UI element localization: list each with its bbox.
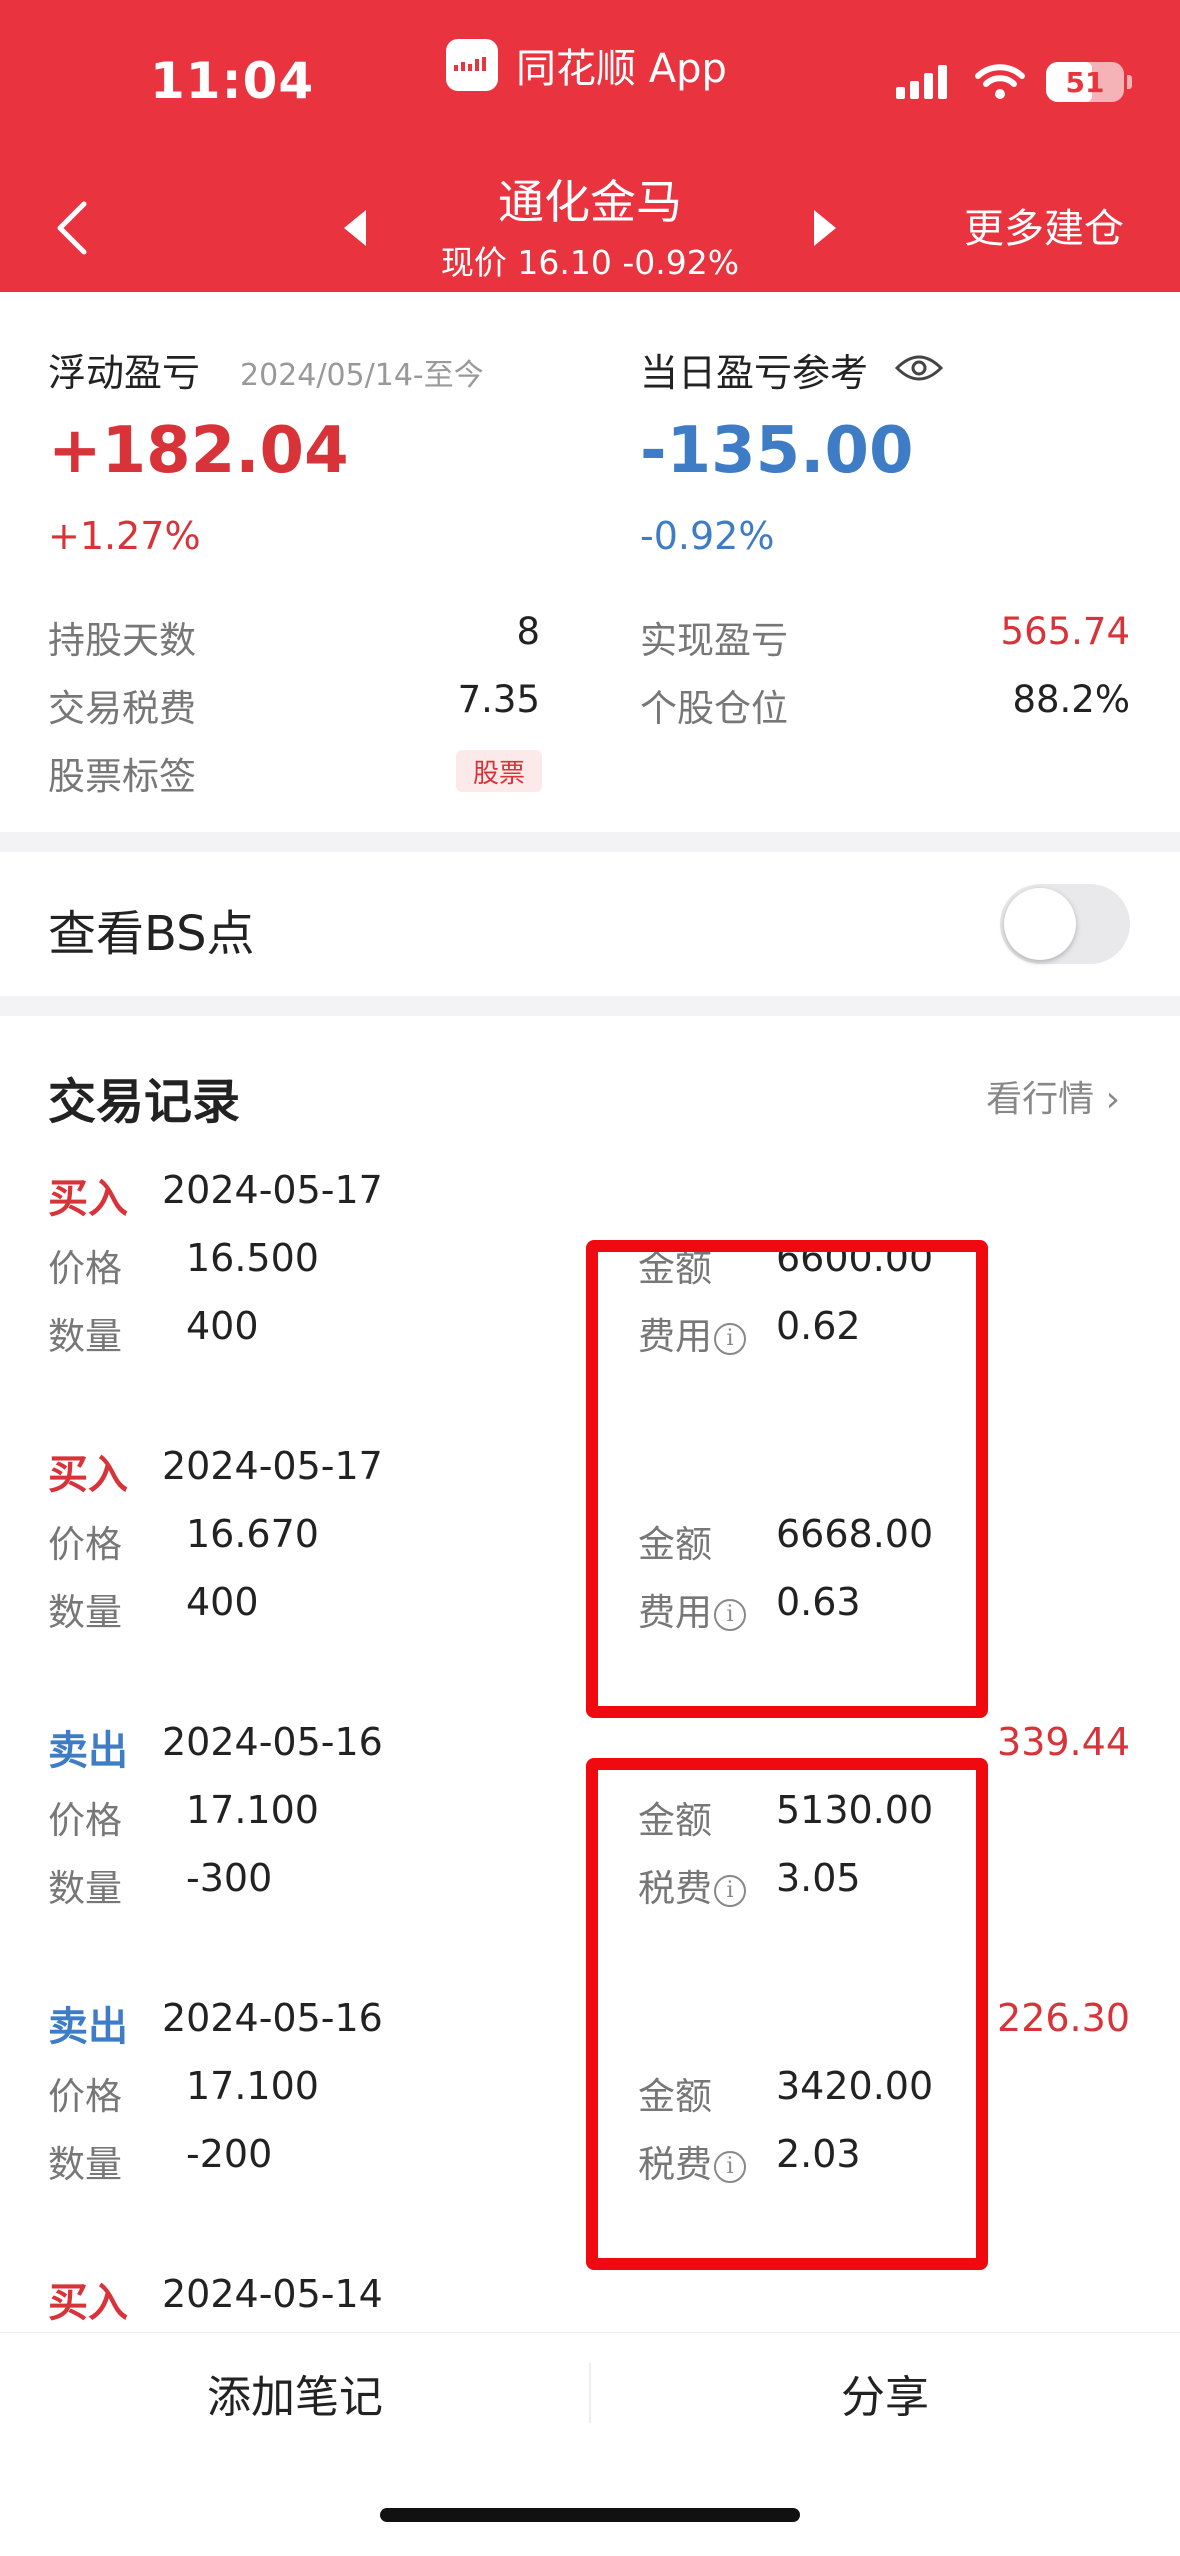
qty-label: 数量	[48, 1867, 122, 1910]
trade-qty: 400	[186, 1580, 259, 1624]
price-label: 价格	[48, 1523, 122, 1566]
trade-type: 买入	[48, 2280, 128, 2326]
trade-date: 2024-05-16	[162, 1996, 383, 2040]
trade-date: 2024-05-14	[162, 2272, 383, 2316]
wifi-icon	[975, 64, 1025, 99]
price-label: 价格	[48, 2075, 122, 2118]
prev-stock-icon[interactable]	[344, 210, 366, 246]
bs-point-toggle[interactable]	[1000, 884, 1130, 964]
trade-price: 17.100	[186, 1788, 319, 1832]
profit-summary-card: 浮动盈亏 2024/05/14-至今 +182.04 +1.27% 当日盈亏参考…	[0, 292, 1180, 832]
trade-qty: 400	[186, 1304, 259, 1348]
qty-label: 数量	[48, 1591, 122, 1634]
trade-type: 买入	[48, 1176, 128, 1222]
app-name: 同花顺 App	[516, 46, 727, 92]
trade-profit: 226.30	[997, 1996, 1130, 2040]
bottom-action-bar: 添加笔记 分享	[0, 2332, 1180, 2452]
trade-qty: -200	[186, 2132, 273, 2176]
trade-type: 买入	[48, 1452, 128, 1498]
eye-icon[interactable]	[894, 352, 944, 384]
back-arrow-icon[interactable]	[50, 198, 94, 258]
records-title: 交易记录	[48, 1074, 241, 1130]
trade-type: 卖出	[48, 2004, 128, 2050]
hold-days-value: 8	[516, 610, 540, 653]
realized-pnl-value: 565.74	[1000, 610, 1130, 653]
trade-date: 2024-05-16	[162, 1720, 383, 1764]
qty-label: 数量	[48, 1315, 122, 1358]
trade-fee-label: 交易税费	[48, 687, 196, 730]
battery-level: 51	[1065, 65, 1105, 99]
trade-price: 16.500	[186, 1236, 319, 1280]
view-quote-link[interactable]: 看行情 ›	[986, 1070, 1120, 1122]
hold-days-label: 持股天数	[48, 619, 196, 662]
position-ratio-label: 个股仓位	[640, 687, 788, 730]
float-pnl-label: 浮动盈亏	[48, 351, 201, 395]
trade-qty: -300	[186, 1856, 273, 1900]
app-header: 11:04 同花顺 App 51 通化金马 现价 16.10 -0.92% 更多…	[0, 0, 1180, 292]
highlight-box	[586, 1758, 988, 2270]
day-pnl-label: 当日盈亏参考	[640, 351, 869, 395]
day-pnl-pct: -0.92%	[640, 514, 775, 558]
app-switch-chip[interactable]: 同花顺 App	[446, 36, 727, 94]
trade-date: 2024-05-17	[162, 1444, 383, 1488]
trade-price: 17.100	[186, 2064, 319, 2108]
add-note-button[interactable]: 添加笔记	[0, 2333, 590, 2453]
trade-date: 2024-05-17	[162, 1168, 383, 1212]
stock-tag-badge[interactable]: 股票	[456, 750, 542, 792]
trade-profit: 339.44	[997, 1720, 1130, 1764]
price-label: 价格	[48, 1247, 122, 1290]
trade-price: 16.670	[186, 1512, 319, 1556]
trade-type: 卖出	[48, 1728, 128, 1774]
trade-records-section: 交易记录 看行情 › 买入 2024-05-17 价格 16.500 数量 40…	[0, 1016, 1180, 2326]
position-ratio-value: 88.2%	[1012, 678, 1130, 721]
bs-point-label: 查看BS点	[48, 906, 255, 962]
share-button[interactable]: 分享	[590, 2333, 1180, 2453]
day-pnl-value: -135.00	[640, 414, 914, 488]
qty-label: 数量	[48, 2143, 122, 2186]
stock-tag-label: 股票标签	[48, 755, 196, 798]
app-logo-icon	[446, 39, 498, 91]
realized-pnl-label: 实现盈亏	[640, 619, 788, 662]
bs-point-row: 查看BS点	[0, 852, 1180, 996]
cellular-signal-icon	[896, 65, 952, 99]
next-stock-icon[interactable]	[814, 210, 836, 246]
highlight-box	[586, 1240, 988, 1718]
float-pnl-pct: +1.27%	[48, 514, 201, 558]
status-icons: 51	[896, 62, 1132, 102]
status-time: 11:04	[150, 52, 315, 110]
battery-icon: 51	[1046, 62, 1132, 102]
stock-price-line: 现价 16.10 -0.92%	[440, 243, 740, 282]
float-pnl-value: +182.04	[48, 414, 349, 488]
section-divider	[0, 996, 1180, 1016]
price-label: 价格	[48, 1799, 122, 1842]
more-positions-button[interactable]: 更多建仓	[964, 196, 1124, 254]
section-divider	[0, 832, 1180, 852]
stock-name: 通化金马	[498, 175, 682, 229]
date-range: 2024/05/14-至今	[240, 358, 484, 393]
trade-fee-value: 7.35	[457, 678, 540, 721]
home-indicator[interactable]	[380, 2508, 800, 2522]
